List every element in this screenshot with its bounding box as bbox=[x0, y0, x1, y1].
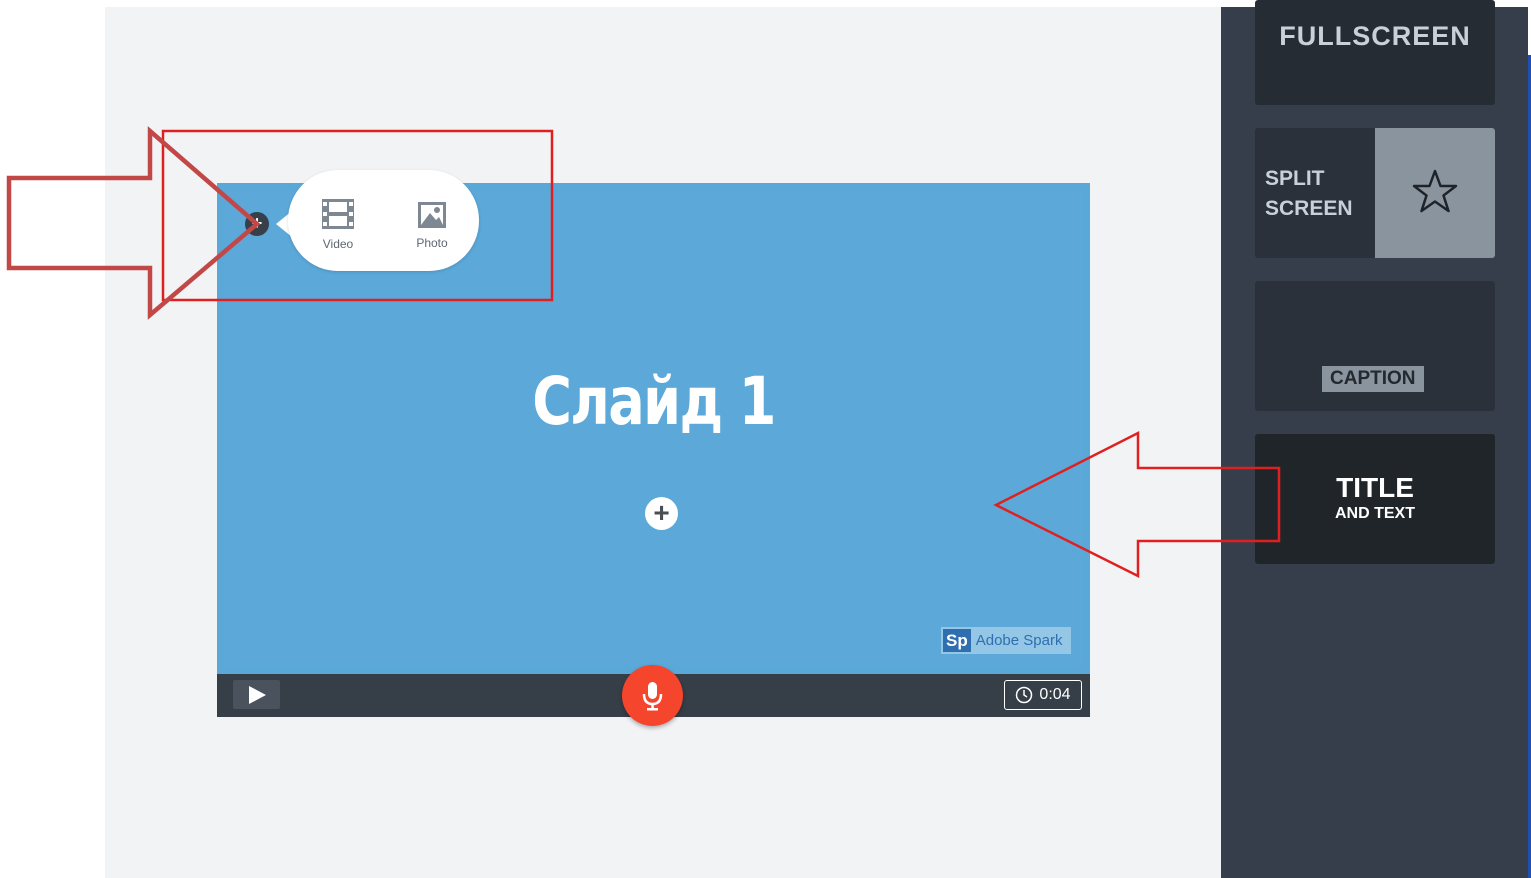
layout-title-label: TITLE bbox=[1336, 472, 1414, 503]
layout-caption-label: CAPTION bbox=[1322, 366, 1424, 392]
record-voice-button[interactable] bbox=[622, 665, 683, 726]
star-icon bbox=[1412, 169, 1458, 213]
layout-subtitle-label: AND TEXT bbox=[1335, 505, 1415, 522]
adobe-spark-watermark: Sp Adobe Spark bbox=[941, 627, 1071, 654]
duration-value: 0:04 bbox=[1039, 686, 1071, 703]
play-button[interactable] bbox=[233, 680, 280, 709]
video-label: Video bbox=[322, 237, 354, 251]
photo-label: Photo bbox=[416, 236, 448, 250]
slide-controls-bar: 0:04 bbox=[217, 665, 1090, 726]
split-left-pane: SPLIT SCREEN bbox=[1255, 128, 1375, 258]
slide-title[interactable]: Слайд 1 bbox=[302, 363, 1005, 440]
spark-logo: Sp bbox=[943, 629, 971, 652]
layout-title-and-text[interactable]: TITLE AND TEXT bbox=[1255, 434, 1495, 564]
media-popup: Video Photo bbox=[288, 170, 479, 271]
photo-option[interactable]: Photo bbox=[402, 198, 462, 250]
layout-fullscreen-label: FULLSCREEN bbox=[1279, 21, 1471, 51]
split-label-line1: SPLIT bbox=[1265, 167, 1325, 190]
split-right-pane bbox=[1375, 128, 1495, 258]
layout-panel: FULLSCREEN SPLIT SCREEN CAPTION TITLE AN… bbox=[1221, 0, 1528, 878]
layout-split-screen[interactable]: SPLIT SCREEN bbox=[1255, 128, 1495, 258]
layout-fullscreen[interactable]: FULLSCREEN bbox=[1255, 0, 1495, 105]
add-media-button[interactable]: + bbox=[245, 212, 269, 236]
layout-split-label: SPLIT SCREEN bbox=[1265, 164, 1373, 224]
microphone-icon bbox=[642, 682, 663, 711]
video-option[interactable]: Video bbox=[308, 198, 368, 251]
watermark-text: Adobe Spark bbox=[975, 632, 1063, 649]
add-content-button[interactable]: + bbox=[645, 497, 678, 530]
slide-duration-button[interactable]: 0:04 bbox=[1004, 680, 1082, 710]
image-icon bbox=[418, 202, 446, 228]
clock-icon bbox=[1016, 686, 1033, 704]
film-icon bbox=[322, 199, 354, 229]
layout-caption[interactable]: CAPTION bbox=[1255, 281, 1495, 411]
split-label-line2: SCREEN bbox=[1265, 197, 1353, 220]
